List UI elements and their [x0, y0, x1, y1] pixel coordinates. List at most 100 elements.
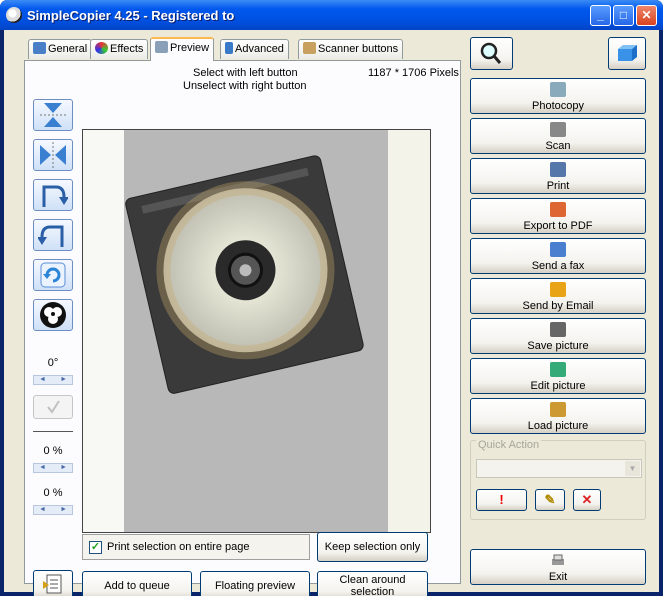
spin-left-icon[interactable]: ◄	[39, 506, 46, 513]
brightness-spinner[interactable]: ◄ ►	[33, 463, 73, 473]
tab-advanced[interactable]: Advanced	[220, 39, 289, 59]
spin-left-icon[interactable]: ◄	[39, 376, 46, 383]
edit-picture-icon	[550, 362, 566, 377]
apply-rotation-button[interactable]	[33, 395, 73, 419]
tab-effects[interactable]: Effects	[90, 39, 149, 59]
magnifier-icon	[480, 42, 502, 64]
print-selection-label: Print selection on entire page	[107, 541, 250, 553]
tab-label: Scanner buttons	[318, 43, 399, 55]
save-picture-button[interactable]: Save picture	[470, 318, 646, 354]
scanner-buttons-tab-icon	[303, 42, 316, 54]
app-icon[interactable]	[6, 7, 22, 23]
action-label: Export to PDF	[523, 220, 593, 232]
flip-horizontal-button[interactable]	[33, 139, 73, 171]
rotate-left-button[interactable]	[33, 219, 73, 251]
scan-button[interactable]: Scan	[470, 118, 646, 154]
clean-around-selection-button[interactable]: Clean around selection	[317, 571, 428, 596]
action-label: Send by Email	[522, 300, 594, 312]
cube-icon	[618, 45, 637, 61]
delete-quick-action-button[interactable]: ✕	[573, 489, 601, 511]
checkmark-icon	[47, 400, 60, 414]
load-picture-icon	[550, 402, 566, 417]
spin-left-icon[interactable]: ◄	[39, 464, 46, 471]
window-title: SimpleCopier 4.25 - Registered to	[27, 8, 235, 23]
action-label: Load picture	[527, 420, 589, 432]
edit-picture-button[interactable]: Edit picture	[470, 358, 646, 394]
action-label: Photocopy	[532, 100, 584, 112]
print-selection-checkbox[interactable]: ✓	[89, 541, 102, 554]
title-bar[interactable]: SimpleCopier 4.25 - Registered to _ □ ✕	[0, 0, 663, 30]
email-icon	[550, 282, 566, 297]
contrast-spinner[interactable]: ◄ ►	[33, 505, 73, 515]
chevron-down-icon: ▼	[625, 461, 640, 476]
flip-horizontal-icon	[40, 142, 66, 168]
add-to-queue-button[interactable]: Add to queue	[82, 571, 192, 596]
queue-list-button[interactable]	[33, 570, 73, 596]
quick-action-select: ▼	[476, 459, 642, 478]
color-mode-icon	[40, 302, 66, 328]
rotation-spinner[interactable]: ◄ ►	[33, 375, 73, 385]
exit-button[interactable]: Exit	[470, 549, 646, 585]
preview-tab-icon	[155, 41, 168, 53]
refresh-icon	[40, 262, 66, 288]
tab-label: Advanced	[235, 43, 284, 55]
spin-right-icon[interactable]: ►	[60, 464, 67, 471]
action-label: Scan	[545, 140, 571, 152]
tab-label: Effects	[110, 43, 144, 55]
save-picture-icon	[550, 322, 566, 337]
effects-tab-icon	[95, 42, 108, 54]
quick-action-title: Quick Action	[476, 439, 542, 451]
quick-action-group: Quick Action ▼ ! ✎ ✕	[470, 439, 646, 520]
load-picture-button[interactable]: Load picture	[470, 398, 646, 434]
close-button[interactable]: ✕	[636, 5, 657, 26]
action-label: Edit picture	[530, 380, 586, 392]
spin-right-icon[interactable]: ►	[60, 376, 67, 383]
zoom-button[interactable]	[470, 37, 513, 70]
contrast-value: 0 %	[43, 487, 63, 499]
print-selection-row[interactable]: ✓ Print selection on entire page	[82, 534, 310, 560]
client-area: General Effects Preview Advanced Scanner…	[4, 30, 659, 596]
photocopy-button[interactable]: Photocopy	[470, 78, 646, 114]
divider	[33, 431, 73, 432]
color-mode-button[interactable]	[33, 299, 73, 331]
photocopy-icon	[550, 82, 566, 97]
instruction-select: Select with left button	[193, 67, 298, 79]
exit-icon	[552, 554, 564, 565]
action-label: Print	[546, 180, 570, 192]
tab-label: General	[48, 43, 88, 55]
minimize-button[interactable]: _	[590, 5, 611, 26]
view-3d-button[interactable]	[608, 37, 646, 70]
flip-vertical-button[interactable]	[33, 99, 73, 131]
rotate-right-icon	[42, 185, 68, 207]
action-label: Save picture	[527, 340, 589, 352]
rotate-right-button[interactable]	[33, 179, 73, 211]
fax-icon	[550, 242, 566, 257]
rotate-left-icon	[38, 225, 64, 247]
advanced-tab-icon	[225, 42, 233, 54]
action-label: Send a fax	[531, 260, 585, 272]
export-pdf-button[interactable]: Export to PDF	[470, 198, 646, 234]
instruction-unselect: Unselect with right button	[183, 80, 307, 92]
preview-panel: Select with left button Unselect with ri…	[24, 60, 461, 596]
tab-preview[interactable]: Preview	[150, 37, 215, 61]
general-tab-icon	[33, 42, 46, 54]
tab-general[interactable]: General	[28, 39, 93, 59]
scan-icon	[550, 122, 566, 137]
spin-right-icon[interactable]: ►	[60, 506, 67, 513]
email-button[interactable]: Send by Email	[470, 278, 646, 314]
edit-quick-action-button[interactable]: ✎	[535, 489, 565, 511]
image-dimensions: 1187 * 1706 Pixels	[368, 67, 459, 79]
floating-preview-button[interactable]: Floating preview	[200, 571, 310, 596]
refresh-button[interactable]	[33, 259, 73, 291]
flip-vertical-icon	[40, 103, 66, 127]
run-quick-action-button[interactable]: !	[476, 489, 527, 511]
exit-label: Exit	[548, 571, 568, 583]
rotation-value: 0°	[47, 357, 59, 369]
fax-button[interactable]: Send a fax	[470, 238, 646, 274]
keep-selection-button[interactable]: Keep selection only	[317, 532, 428, 562]
tab-scanner-buttons[interactable]: Scanner buttons	[298, 39, 404, 59]
print-button[interactable]: Print	[470, 158, 646, 194]
tab-label: Preview	[170, 42, 210, 54]
maximize-button[interactable]: □	[613, 5, 634, 26]
preview-canvas[interactable]	[82, 129, 431, 533]
